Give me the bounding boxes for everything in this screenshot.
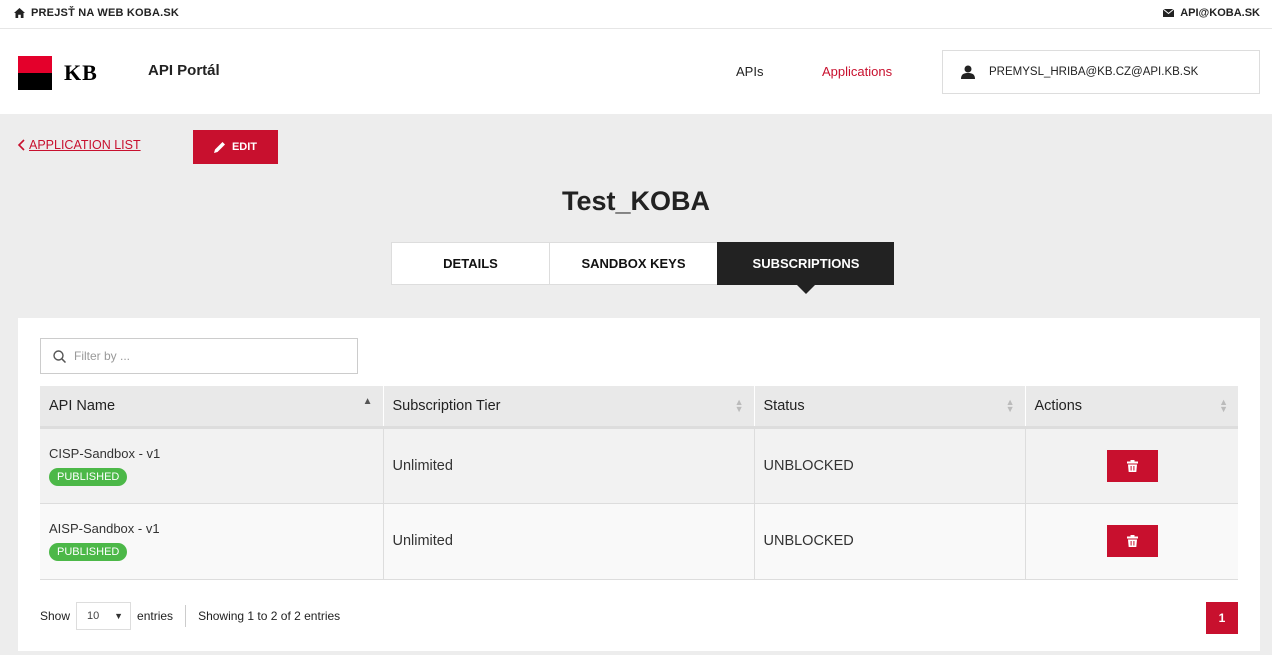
- nav-apis[interactable]: APIs: [736, 64, 763, 79]
- nav-applications[interactable]: Applications: [822, 64, 892, 79]
- actions-cell: [1024, 503, 1238, 580]
- pencil-icon: [213, 142, 225, 153]
- back-to-application-list[interactable]: APPLICATION LIST: [17, 138, 141, 152]
- delete-subscription-button[interactable]: [1106, 449, 1158, 482]
- subscriptions-panel: API Name ▲ Subscription Tier ▲▼ Status ▲▼ A…: [18, 318, 1260, 651]
- kb-logo-mark: [18, 56, 52, 90]
- table-row: CISP-Sandbox - v1 PUBLISHED Unlimited UN…: [40, 427, 1238, 504]
- kb-logo-text: KB: [64, 60, 98, 85]
- chevron-down-icon: ▼: [114, 611, 124, 621]
- top-bar: PREJSŤ NA WEB KOBA.SK API@KOBA.SK: [0, 0, 1272, 29]
- home-icon: [14, 8, 25, 18]
- trash-icon: [1126, 535, 1138, 547]
- user-icon: [961, 65, 975, 79]
- status-badge: PUBLISHED: [49, 543, 128, 561]
- website-link-label: PREJSŤ NA WEB KOBA.SK: [31, 7, 180, 19]
- user-menu[interactable]: PREMYSL_HRIBA@KB.CZ@API.KB.SK: [942, 50, 1260, 94]
- column-subscription-tier[interactable]: Subscription Tier ▲ ▼: [382, 386, 754, 429]
- page-length-value: 10: [87, 610, 100, 622]
- column-label: API Name: [49, 397, 116, 414]
- filter-input[interactable]: [74, 349, 344, 363]
- trash-icon: [1126, 459, 1138, 472]
- pagination-page-1[interactable]: 1: [1206, 602, 1238, 634]
- tab-subscriptions[interactable]: SUBSCRIPTIONS: [717, 242, 894, 294]
- status-cell: UNBLOCKED: [753, 503, 1025, 580]
- tab-details[interactable]: DETAILS: [391, 242, 549, 285]
- column-label: Subscription Tier: [392, 397, 501, 414]
- status-cell: UNBLOCKED: [753, 427, 1025, 504]
- api-name-cell: CISP-Sandbox - v1 PUBLISHED: [40, 427, 383, 504]
- sort-icon: ▲ ▼: [1219, 397, 1228, 414]
- api-name-cell: AISP-Sandbox - v1 PUBLISHED: [40, 503, 383, 580]
- column-status[interactable]: Status ▲ ▼: [753, 386, 1025, 429]
- table-header-row: API Name ▲ Subscription Tier ▲ ▼ Status ▲ ▼ A…: [40, 386, 1238, 429]
- column-actions[interactable]: Actions ▲ ▼: [1024, 386, 1238, 429]
- entries-label: entries: [137, 609, 174, 623]
- portal-title[interactable]: API Portál: [148, 62, 220, 79]
- table-row: AISP-Sandbox - v1 PUBLISHED Unlimited UN…: [40, 503, 1238, 580]
- back-link-label: APPLICATION LIST: [29, 138, 141, 152]
- actions-cell: [1024, 427, 1238, 504]
- table-footer: Show 10 ▼ entries Showing 1 to 2 of 2 en…: [40, 598, 1238, 634]
- contact-email-label: API@KOBA.SK: [1180, 7, 1260, 19]
- edit-button-label: EDIT: [231, 141, 258, 153]
- search-icon: [53, 349, 66, 363]
- subscriptions-table: API Name ▲ Subscription Tier ▲ ▼ Status ▲ ▼ A…: [40, 386, 1238, 580]
- column-api-name[interactable]: API Name ▲: [40, 386, 383, 429]
- tab-sandbox-keys[interactable]: SANDBOX KEYS: [549, 242, 717, 285]
- header: KB API Portál APIs Applications PREMYSL_…: [0, 30, 1272, 114]
- application-tabs: DETAILS SANDBOX KEYS SUBSCRIPTIONS: [391, 242, 894, 294]
- sort-icon: ▲ ▼: [1005, 397, 1015, 414]
- content-area: APPLICATION LIST EDIT Test_KOBA DETAILS …: [0, 114, 1272, 655]
- api-name: CISP-Sandbox - v1: [49, 445, 161, 461]
- tier-cell: Unlimited: [382, 427, 754, 504]
- page-title: Test_KOBA: [561, 186, 711, 216]
- column-label: Status: [763, 397, 805, 414]
- user-email: PREMYSL_HRIBA@KB.CZ@API.KB.SK: [989, 66, 1199, 78]
- edit-button[interactable]: EDIT: [193, 130, 278, 164]
- api-name: AISP-Sandbox - v1: [49, 521, 160, 536]
- sort-asc-icon: ▲: [362, 396, 373, 407]
- envelope-icon: [1163, 9, 1175, 17]
- table-info: Showing 1 to 2 of 2 entries: [185, 605, 340, 627]
- chevron-left-icon: [17, 139, 25, 151]
- filter-box: [40, 338, 358, 374]
- contact-email-link[interactable]: API@KOBA.SK: [1163, 7, 1260, 19]
- page-length-select[interactable]: 10 ▼: [76, 602, 132, 630]
- tier-cell: Unlimited: [382, 503, 754, 580]
- delete-subscription-button[interactable]: [1106, 525, 1158, 557]
- website-link[interactable]: PREJSŤ NA WEB KOBA.SK: [14, 7, 179, 19]
- column-label: Actions: [1034, 397, 1083, 414]
- status-badge: PUBLISHED: [49, 467, 128, 486]
- sort-icon: ▲ ▼: [734, 397, 744, 414]
- show-label: Show: [40, 609, 71, 623]
- kb-logo[interactable]: KB: [18, 56, 98, 90]
